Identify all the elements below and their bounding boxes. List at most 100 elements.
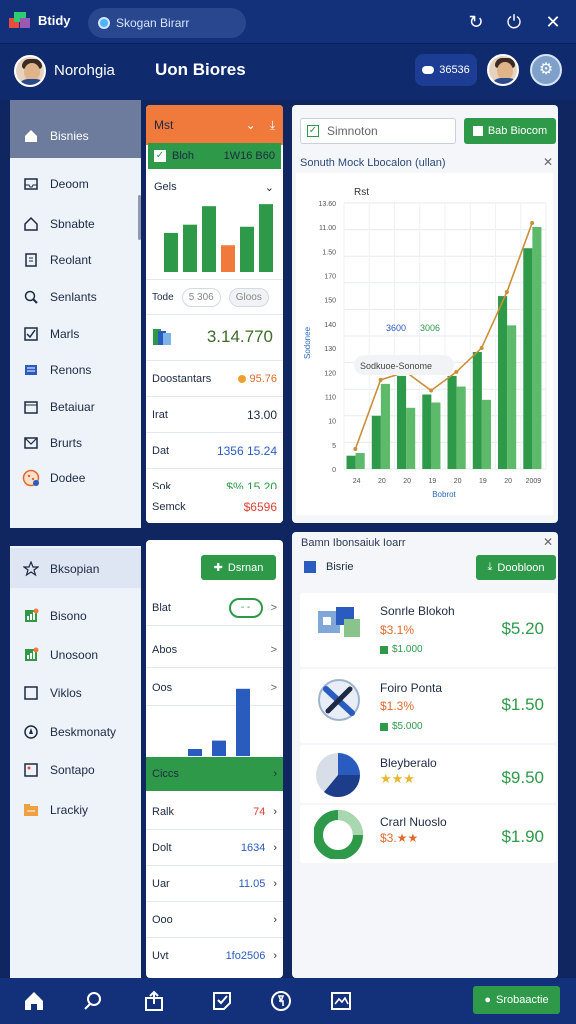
product-card[interactable]: Foiro Ponta $1.3% $5.000 $1.50 xyxy=(300,669,556,743)
power-icon[interactable]: ⏻ xyxy=(502,10,526,34)
home-icon[interactable] xyxy=(21,988,47,1014)
sidebar-item-sbnabte[interactable]: Sbnabte xyxy=(10,206,141,242)
sidebar-item-label: Bisnies xyxy=(50,129,89,143)
chart-annotation: 3006 xyxy=(420,323,440,333)
chevron-right-icon[interactable]: › xyxy=(273,806,277,818)
close-icon[interactable]: ✕ xyxy=(543,155,553,169)
upload-icon[interactable] xyxy=(141,988,167,1014)
row-label: Uvt xyxy=(152,950,169,962)
cta-button[interactable]: ● Srobaactie xyxy=(473,986,560,1014)
summary-green-bar[interactable]: ✓ Bloh 1W16 B60 xyxy=(148,143,281,169)
chevron-right-icon[interactable]: › xyxy=(273,878,277,890)
filter-chip-a[interactable]: 5 306 xyxy=(181,287,221,307)
square-icon xyxy=(22,684,40,702)
chevron-right-icon[interactable]: › xyxy=(273,842,277,854)
sidebar-item-marls[interactable]: Marls xyxy=(10,316,141,352)
address-bar[interactable]: Skogan Birarr xyxy=(88,8,246,38)
report-icon xyxy=(152,327,172,350)
sidebar-item-senlants[interactable]: Senlants xyxy=(10,279,141,315)
sidebar-item-unosoon[interactable]: Unosoon xyxy=(10,637,141,673)
wallet-badge[interactable]: 36536 xyxy=(415,54,477,86)
image-icon[interactable] xyxy=(328,988,354,1014)
sidebar-item-lrackiy[interactable]: Lrackiy xyxy=(10,792,141,828)
close-icon[interactable]: ✕ xyxy=(541,10,565,34)
list-item[interactable]: Dolt 1634 › xyxy=(146,830,283,866)
summary-header: Mst ⌄ ⤓ xyxy=(146,105,283,145)
sidebar-scrollbar[interactable] xyxy=(138,195,141,240)
sidebar-item-bksopian[interactable]: Bksopian xyxy=(10,551,141,587)
chart-annotation: 3600 xyxy=(386,323,406,333)
add-button-label: Bab Biocom xyxy=(487,125,548,137)
list-item[interactable]: Abos > xyxy=(146,632,283,668)
chart-bar xyxy=(472,351,482,469)
sidebar-item-label: Viklos xyxy=(50,686,82,700)
sidebar-item-sontapo[interactable]: Sontapo xyxy=(10,752,141,788)
green-row[interactable]: Ciccs › xyxy=(146,757,283,791)
filter-chip-b[interactable]: Gloos xyxy=(228,287,269,307)
doobloon-button[interactable]: ⤓ Doobloon xyxy=(476,555,556,580)
green-bar-left: Bloh xyxy=(172,150,195,162)
table-row[interactable]: Doostantars 95.76 xyxy=(146,361,283,397)
mini-bar-chart xyxy=(188,688,250,756)
product-card[interactable]: Sonrle Blokoh $3.1% $1.000 $5.20 xyxy=(300,593,556,667)
settings-icon[interactable]: ⚙ xyxy=(530,54,562,86)
chevron-right-icon[interactable]: › xyxy=(273,914,277,926)
sidebar-item-viklos[interactable]: Viklos xyxy=(10,675,141,711)
search-input[interactable]: ✓ Simnoton xyxy=(300,118,456,144)
sidebar-item-reolant[interactable]: Reolant xyxy=(10,242,141,278)
y-tick-label: 110 xyxy=(325,394,336,401)
toggle[interactable]: - - xyxy=(228,597,263,618)
table-row[interactable]: Semck $6596 xyxy=(146,489,283,523)
table-row[interactable]: Irat 13.00 xyxy=(146,397,283,433)
list-item[interactable]: Ralk 74 › xyxy=(146,794,283,830)
mini-bar xyxy=(236,688,250,756)
avatar[interactable] xyxy=(14,55,46,87)
product-card[interactable]: Crarl Nuoslo $3.★★ $1.90 xyxy=(300,805,556,863)
sidebar-item-dodee[interactable]: Dodee xyxy=(10,460,141,496)
summary-dropdown[interactable]: Gels ⌄ xyxy=(154,181,274,194)
power-icon[interactable] xyxy=(268,988,294,1014)
list-item[interactable]: Uvt 1fo2506 › xyxy=(146,938,283,974)
cta-label: Srobaactie xyxy=(496,994,549,1006)
sidebar-item-brurts[interactable]: Brurts xyxy=(10,425,141,461)
sidebar-item-beskmonaty[interactable]: Beskmonaty xyxy=(10,714,141,750)
sidebar-item-label: Sontapo xyxy=(50,763,95,777)
sidebar-item-bisnies[interactable]: Bisnies xyxy=(10,118,141,154)
chevron-down-icon[interactable]: ⌄ xyxy=(246,118,256,132)
dsrnan-button[interactable]: ✚ Dsrnan xyxy=(201,555,276,580)
sidebar-item-label: Sbnabte xyxy=(50,217,95,231)
sidebar-item-renons[interactable]: Renons xyxy=(10,352,141,388)
document-icon xyxy=(22,251,40,269)
profile-avatar[interactable] xyxy=(487,54,519,86)
table-row[interactable]: Dat 1356 15.24 xyxy=(146,433,283,469)
trend-point xyxy=(378,377,383,382)
sidebar-item-bisono[interactable]: Bisono xyxy=(10,598,141,634)
download-icon[interactable]: ⤓ xyxy=(270,118,275,133)
y-tick-label: 150 xyxy=(324,298,336,305)
list-item[interactable]: Uar 11.05 › xyxy=(146,866,283,902)
chevron-right-icon[interactable]: > xyxy=(271,644,277,656)
tab-bisrie[interactable]: Bisrie xyxy=(304,561,354,573)
list-item[interactable]: Blat - - > xyxy=(146,590,283,626)
sidebar-item-betaiuar[interactable]: Betaiuar xyxy=(10,389,141,425)
y-tick-label: 140 xyxy=(324,322,336,329)
address-text: Skogan Birarr xyxy=(116,16,190,30)
sidebar-item-deoom[interactable]: Deoom xyxy=(10,166,141,202)
sidebar-item-label: Bksopian xyxy=(50,562,100,576)
image-icon xyxy=(22,761,40,779)
chevron-right-icon[interactable]: > xyxy=(271,602,277,614)
chevron-right-icon[interactable]: › xyxy=(273,950,277,962)
add-button[interactable]: Bab Biocom xyxy=(464,118,556,144)
list-item[interactable]: Ooo › xyxy=(146,902,283,938)
search-icon[interactable] xyxy=(80,988,106,1014)
product-card[interactable]: Bleyberalo ★★★ $9.50 xyxy=(300,745,556,803)
mini-bar xyxy=(259,204,273,272)
product-price: $1.90 xyxy=(501,827,544,846)
refresh-icon[interactable]: ↻ xyxy=(464,10,488,34)
close-icon[interactable]: ✕ xyxy=(543,535,553,549)
tools-icon xyxy=(318,679,360,721)
trend-point xyxy=(454,369,459,374)
sub-value: $5.000 xyxy=(392,721,423,732)
edit-icon[interactable] xyxy=(209,988,235,1014)
summary-header-label: Mst xyxy=(154,118,174,132)
